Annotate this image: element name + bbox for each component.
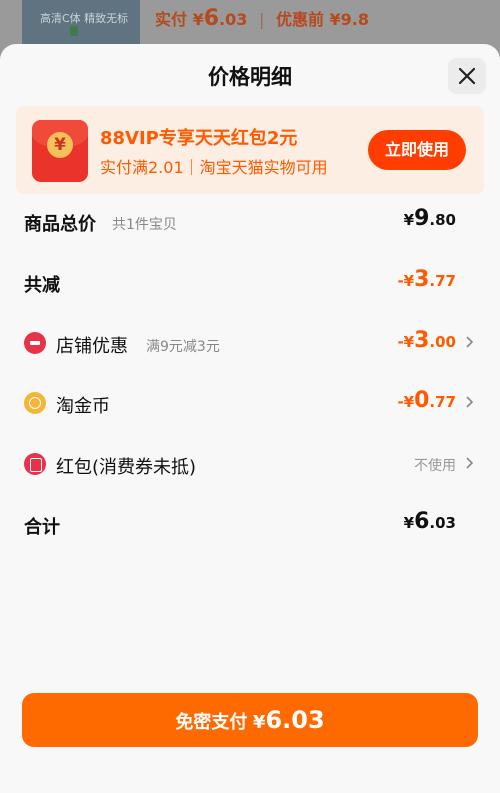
row-red-packet[interactable]: 红包(消费券未抵) 不使用 — [24, 445, 476, 481]
taobao-coin-label: 淘金币 — [56, 396, 110, 417]
chevron-right-icon — [466, 336, 474, 348]
goods-count-note: 共1件宝贝 — [112, 217, 177, 233]
row-shop-discount[interactable]: 店铺优惠 满9元减3元 -¥3.00 — [24, 324, 476, 360]
red-packet-small-icon — [24, 453, 46, 475]
sheet-title: 价格明细 — [208, 65, 292, 89]
product-thumbnail: 高清C体 精致无标 — [22, 0, 140, 46]
red-packet-value: 不使用 — [414, 458, 456, 474]
sum-amount: ¥6.03 — [403, 509, 456, 534]
shop-discount-note: 满9元减3元 — [146, 339, 220, 355]
close-icon — [458, 67, 476, 85]
taobao-coin-icon — [24, 392, 46, 414]
red-packet-icon: ¥ — [32, 120, 88, 182]
total-reduce-label: 共减 — [24, 275, 60, 296]
promo-banner: ¥ 88VIP专享天天红包2元 实付满2.01｜淘宝天猫实物可用 立即使用 — [16, 106, 484, 194]
shop-discount-label: 店铺优惠 — [56, 336, 128, 357]
shop-discount-icon — [24, 332, 46, 354]
price-paid-symbol: ¥ — [192, 10, 204, 29]
shop-discount-amount: -¥3.00 — [397, 328, 456, 353]
chevron-right-icon — [466, 396, 474, 408]
pay-button-symbol: ¥ — [252, 712, 266, 733]
goods-total-label: 商品总价 — [24, 214, 96, 235]
row-taobao-coin[interactable]: 淘金币 -¥0.77 — [24, 384, 476, 420]
row-sum: 合计 ¥6.03 — [24, 505, 476, 541]
taobao-coin-amount: -¥0.77 — [397, 388, 456, 413]
row-total-reduce: 共减 -¥3.77 — [24, 263, 476, 299]
price-before: 优惠前 ¥9.8 — [275, 10, 369, 29]
sum-label: 合计 — [24, 517, 60, 538]
price-paid-label: 实付 — [155, 10, 188, 29]
red-packet-label: 红包(消费券未抵) — [56, 457, 197, 478]
price-paid-dec: .03 — [219, 10, 248, 29]
thumbnail-text: 高清C体 精致无标 — [40, 12, 129, 25]
password-free-pay-button[interactable]: 免密支付 ¥6.03 — [22, 693, 478, 747]
promo-title: 88VIP专享天天红包2元 — [100, 128, 298, 149]
total-reduce-amount: -¥3.77 — [397, 267, 456, 292]
background-price: 实付 ¥6.03 | 优惠前 ¥9.8 — [155, 6, 369, 31]
pay-button-label: 免密支付 — [175, 712, 248, 733]
close-button[interactable] — [448, 58, 486, 94]
price-paid-int: 6 — [203, 6, 220, 31]
chevron-right-icon — [466, 457, 474, 469]
thumbnail-mark — [70, 26, 78, 36]
promo-subtitle: 实付满2.01｜淘宝天猫实物可用 — [100, 158, 328, 177]
price-separator: | — [258, 10, 265, 29]
use-now-button[interactable]: 立即使用 — [368, 130, 466, 170]
price-detail-sheet: 价格明细 ¥ 88VIP专享天天红包2元 实付满2.01｜淘宝天猫实物可用 立即… — [0, 44, 500, 793]
pay-button-amount: 6.03 — [265, 706, 325, 734]
goods-total-amount: ¥9.80 — [403, 206, 456, 231]
row-goods-total: 商品总价 共1件宝贝 ¥9.80 — [24, 202, 476, 238]
